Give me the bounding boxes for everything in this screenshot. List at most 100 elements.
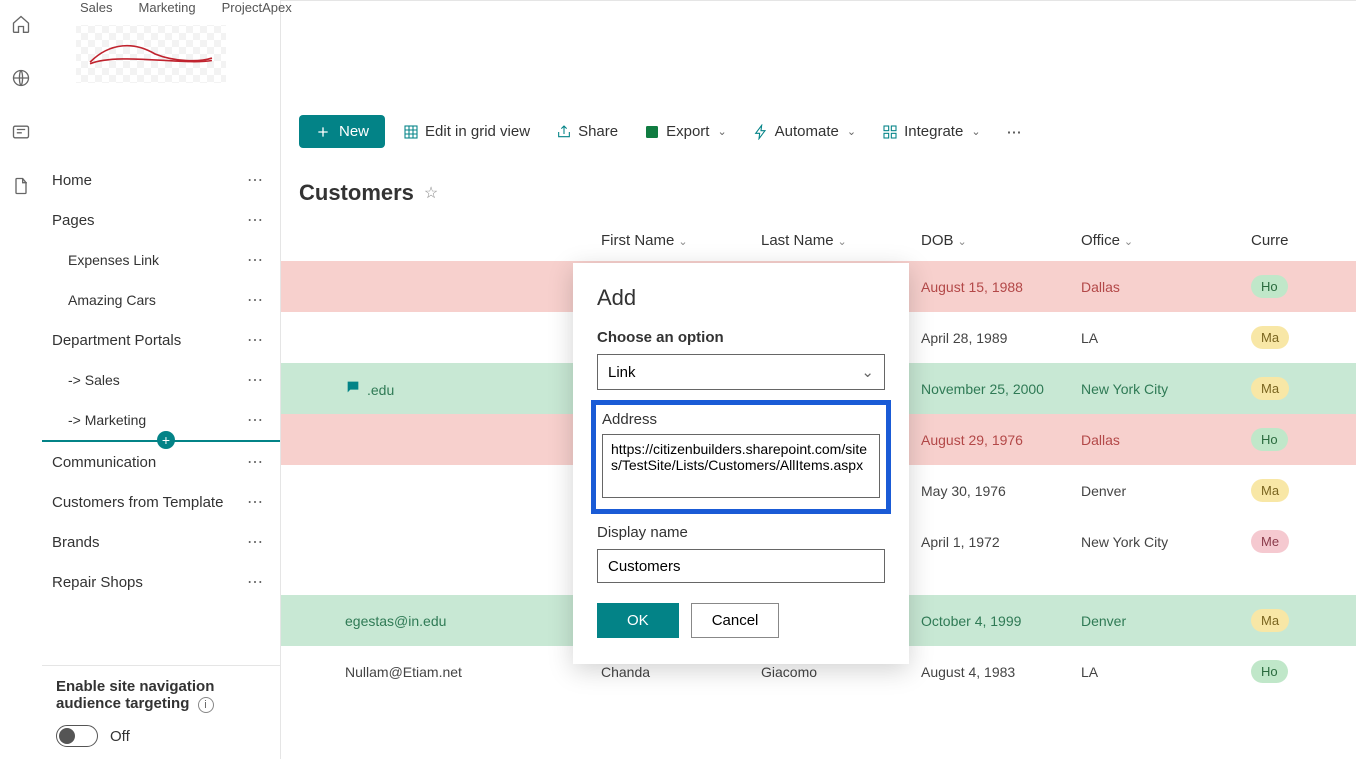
- nav-department-portals[interactable]: Department Portals ⋯: [42, 320, 280, 360]
- nav-repair-shops[interactable]: Repair Shops⋯: [42, 562, 280, 602]
- more-icon[interactable]: ⋯: [247, 210, 264, 230]
- audience-label: Enable site navigation audience targetin…: [56, 678, 214, 712]
- nav-label: Pages: [52, 212, 95, 229]
- favorite-star-icon[interactable]: ☆: [424, 183, 438, 203]
- cell-dob: [911, 567, 1071, 595]
- column-email[interactable]: [281, 220, 591, 261]
- status-badge: Ho: [1251, 660, 1288, 683]
- more-icon[interactable]: ⋯: [247, 492, 264, 512]
- cell-status: Ma: [1241, 312, 1356, 363]
- cell-email: [281, 567, 591, 595]
- cell-dob: October 4, 1999: [911, 595, 1071, 646]
- app-rail: [0, 0, 42, 759]
- more-icon[interactable]: ⋯: [247, 572, 264, 592]
- nav-insert-bar[interactable]: +: [42, 440, 280, 442]
- export-button[interactable]: Export⌄: [636, 117, 735, 146]
- dialog-title: Add: [597, 285, 885, 311]
- cell-email: [281, 516, 591, 567]
- column-status[interactable]: Curre: [1241, 220, 1356, 261]
- cell-email: .edu: [281, 363, 591, 414]
- cell-email: Nullam@Etiam.net: [281, 646, 591, 697]
- nav-label: -> Sales: [68, 372, 120, 388]
- nav-label: Amazing Cars: [68, 292, 156, 308]
- cell-office: LA: [1071, 312, 1241, 363]
- plus-icon[interactable]: +: [157, 431, 175, 449]
- automate-button[interactable]: Automate⌄: [745, 117, 864, 146]
- cell-email: [281, 465, 591, 516]
- list-title: Customers: [299, 180, 414, 206]
- nav-brands[interactable]: Brands ⋯: [42, 522, 280, 562]
- nav-sales[interactable]: -> Sales ⋯: [42, 360, 280, 400]
- option-select[interactable]: Link⌄: [597, 354, 885, 390]
- cell-office: LA: [1071, 646, 1241, 697]
- nav-home[interactable]: Home ⋯: [42, 160, 280, 200]
- status-badge: Ho: [1251, 428, 1288, 451]
- more-icon[interactable]: ⋯: [247, 370, 264, 390]
- option-label: Choose an option: [597, 329, 885, 346]
- info-icon[interactable]: i: [198, 697, 214, 713]
- chevron-down-icon: ⌄: [971, 125, 980, 138]
- status-badge: Ma: [1251, 609, 1289, 632]
- cell-email: egestas@in.edu: [281, 595, 591, 646]
- cell-dob: November 25, 2000: [911, 363, 1071, 414]
- address-field-highlight: Address: [591, 400, 891, 514]
- integrate-button[interactable]: Integrate⌄: [874, 117, 988, 146]
- displayname-input[interactable]: [597, 549, 885, 583]
- cell-dob: April 28, 1989: [911, 312, 1071, 363]
- cell-office: New York City: [1071, 516, 1241, 567]
- column-lastname[interactable]: Last Name⌄: [751, 220, 911, 261]
- status-badge: Ma: [1251, 326, 1289, 349]
- news-icon[interactable]: [11, 122, 31, 142]
- more-icon[interactable]: ⋯: [247, 290, 264, 310]
- command-bar: New Edit in grid view Share Export⌄ Auto…: [281, 101, 1356, 162]
- more-icon[interactable]: ⋯: [247, 170, 264, 190]
- add-link-dialog: Add Choose an option Link⌄ Address Displ…: [573, 263, 909, 664]
- cancel-button[interactable]: Cancel: [691, 603, 780, 638]
- cell-status: Ho: [1241, 646, 1356, 697]
- globe-icon[interactable]: [11, 68, 31, 88]
- nav-expenses-link[interactable]: Expenses Link ⋯: [42, 240, 280, 280]
- cell-dob: April 1, 1972: [911, 516, 1071, 567]
- nav-label: -> Marketing: [68, 412, 146, 428]
- cell-office: Dallas: [1071, 414, 1241, 465]
- nav-label: Brands: [52, 534, 100, 551]
- nav-label: Communication: [52, 454, 156, 471]
- status-badge: Ma: [1251, 377, 1289, 400]
- new-button[interactable]: New: [299, 115, 385, 148]
- more-icon[interactable]: ⋯: [247, 410, 264, 430]
- column-dob[interactable]: DOB⌄: [911, 220, 1071, 261]
- site-logo[interactable]: [76, 25, 226, 83]
- column-office[interactable]: Office⌄: [1071, 220, 1241, 261]
- audience-toggle-state: Off: [110, 728, 130, 745]
- address-input[interactable]: [602, 434, 880, 498]
- cell-office: Denver: [1071, 465, 1241, 516]
- audience-toggle[interactable]: [56, 725, 98, 747]
- cell-status: Ho: [1241, 261, 1356, 312]
- address-label: Address: [602, 411, 880, 428]
- nav-pages[interactable]: Pages ⋯: [42, 200, 280, 240]
- nav-label: Expenses Link: [68, 252, 159, 268]
- nav-customers-template[interactable]: Customers from Template ⋯: [42, 482, 280, 522]
- column-firstname[interactable]: First Name⌄: [591, 220, 751, 261]
- overflow-button[interactable]: ⋯: [999, 117, 1030, 147]
- ok-button[interactable]: OK: [597, 603, 679, 638]
- hub-tab-sales[interactable]: Sales: [80, 0, 113, 19]
- cell-dob: August 4, 1983: [911, 646, 1071, 697]
- more-icon[interactable]: ⋯: [247, 330, 264, 350]
- cell-status: [1241, 567, 1356, 595]
- edit-grid-button[interactable]: Edit in grid view: [395, 117, 538, 146]
- more-icon[interactable]: ⋯: [247, 452, 264, 472]
- nav-amazing-cars[interactable]: Amazing Cars ⋯: [42, 280, 280, 320]
- more-icon[interactable]: ⋯: [247, 250, 264, 270]
- chevron-down-icon: ⌄: [717, 125, 726, 138]
- more-icon[interactable]: ⋯: [247, 532, 264, 552]
- nav-label: Home: [52, 172, 92, 189]
- hub-tab-marketing[interactable]: Marketing: [139, 0, 196, 19]
- home-icon[interactable]: [11, 14, 31, 34]
- share-button[interactable]: Share: [548, 117, 626, 146]
- hub-tab-projectapex[interactable]: ProjectApex: [222, 0, 292, 19]
- nav-label: Department Portals: [52, 332, 181, 349]
- nav-label: Customers from Template: [52, 494, 223, 511]
- cell-dob: August 29, 1976: [911, 414, 1071, 465]
- file-icon[interactable]: [11, 176, 31, 196]
